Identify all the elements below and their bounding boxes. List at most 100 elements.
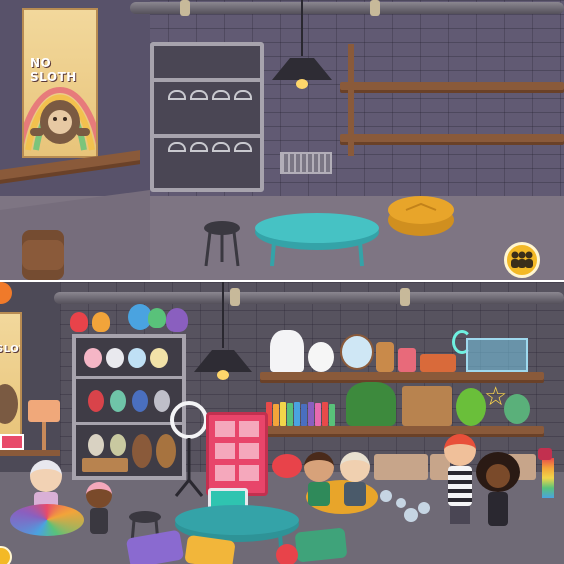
wall-shelf[interactable]: [340, 82, 564, 90]
hamster-cage[interactable]: [466, 338, 528, 372]
sloth-image: [0, 384, 18, 424]
pipe-rope: [230, 288, 240, 306]
bubble: [380, 490, 392, 502]
book-row[interactable]: [266, 402, 342, 426]
book: [294, 402, 300, 426]
plush-toy[interactable]: [128, 348, 146, 368]
round-table[interactable]: [252, 212, 382, 272]
snow-globe[interactable]: [340, 334, 374, 370]
bottom-room-scene: SLOTH: [0, 282, 564, 564]
ceiling-pipe: [54, 292, 564, 304]
pipe-rope: [370, 0, 380, 16]
plant-box[interactable]: [346, 382, 396, 426]
strawberry-cushion[interactable]: [272, 454, 302, 478]
character-body: [308, 482, 330, 506]
photo-frame[interactable]: [0, 434, 24, 450]
book: [301, 404, 307, 426]
hanger-icon: [190, 142, 208, 152]
storage-basket[interactable]: [82, 458, 128, 472]
character-head: [304, 452, 334, 482]
hanger-icon: [234, 142, 252, 152]
red-car-toy[interactable]: [70, 312, 88, 332]
octopus-plush[interactable]: [504, 394, 530, 424]
pipe-rope: [400, 288, 410, 306]
figure-toy[interactable]: [132, 390, 148, 412]
pendant-lamp[interactable]: [270, 52, 334, 92]
character-body: [488, 492, 508, 526]
wall-vent: [280, 152, 332, 174]
character-redhead[interactable]: [440, 434, 480, 526]
sloth-poster[interactable]: SLOTH: [0, 312, 22, 442]
no-sloth-poster[interactable]: NO SLOTH: [22, 8, 98, 158]
octopus-toy[interactable]: [166, 308, 188, 332]
wall-shelf[interactable]: [340, 134, 564, 142]
lamp-cord: [301, 0, 303, 56]
hanger-icon: [234, 90, 252, 100]
coat-rack-cabinet[interactable]: [150, 42, 264, 192]
float-ring[interactable]: [10, 504, 84, 536]
character-body: [90, 508, 108, 534]
hanger-icon: [212, 90, 230, 100]
hanger-icon: [190, 90, 208, 100]
character-child[interactable]: [84, 482, 114, 544]
bar-stool[interactable]: [200, 220, 244, 268]
people-button[interactable]: [504, 242, 540, 278]
ceiling-pipe: [130, 2, 564, 14]
pear-decoration[interactable]: [456, 388, 486, 426]
locker-door[interactable]: [215, 421, 235, 487]
green-toy[interactable]: [148, 308, 166, 328]
fire-extinguisher[interactable]: [538, 448, 552, 460]
pendant-lamp[interactable]: [192, 344, 254, 382]
bear-toy[interactable]: [132, 434, 152, 468]
shelf-divider: [76, 376, 182, 379]
pipe-rope: [180, 0, 190, 16]
figure-toy[interactable]: [110, 434, 126, 456]
wall-shelf[interactable]: [260, 426, 544, 434]
jar[interactable]: [398, 348, 416, 372]
orange-pouf[interactable]: [386, 194, 456, 238]
lucky-cat[interactable]: [308, 342, 334, 372]
folder-box[interactable]: [402, 386, 452, 426]
orange-circle-icon[interactable]: [0, 282, 12, 304]
character-girl-blonde[interactable]: [338, 452, 372, 508]
rainbow-toy[interactable]: [542, 458, 554, 498]
book: [273, 404, 279, 426]
bubble: [396, 498, 406, 508]
orange-toy[interactable]: [92, 312, 110, 332]
bubble: [404, 508, 418, 522]
figure-toy[interactable]: [88, 434, 104, 456]
lamp-cord: [222, 282, 224, 348]
figure-toy[interactable]: [110, 390, 126, 412]
apple-toy[interactable]: [276, 544, 298, 564]
star-ornament[interactable]: [376, 342, 394, 372]
plush-toy[interactable]: [106, 348, 124, 368]
book: [287, 403, 293, 426]
character-body: [344, 482, 366, 506]
storage-box[interactable]: [374, 454, 428, 480]
barrel[interactable]: [22, 230, 64, 280]
game-screen: NO SLOTH LO ☆: [0, 0, 564, 564]
table-lamp[interactable]: [28, 400, 60, 422]
character-curly-hair[interactable]: [476, 452, 520, 546]
pink-locker[interactable]: [206, 412, 268, 496]
wall-shelf[interactable]: [260, 372, 544, 380]
lamp-stand: [42, 422, 46, 452]
food-plate[interactable]: [420, 354, 456, 372]
plush-toy[interactable]: [84, 348, 102, 368]
poster-title: SLOTH: [0, 344, 20, 355]
figure-toy[interactable]: [88, 390, 104, 412]
group-of-people-icon: [511, 251, 533, 268]
character-legs: [450, 506, 470, 524]
top-room-scene: NO SLOTH: [0, 0, 564, 282]
character-head: [30, 460, 62, 492]
character-boy[interactable]: [302, 452, 336, 508]
floor-cushion[interactable]: [294, 527, 348, 563]
hanger-icon: [168, 90, 186, 100]
book: [280, 402, 286, 426]
orchid-plant[interactable]: [270, 330, 304, 372]
bubble: [418, 502, 430, 514]
hanger-icon: [212, 142, 230, 152]
shelf-bracket: [348, 44, 354, 156]
locker-door[interactable]: [239, 421, 259, 487]
plush-toy[interactable]: [150, 348, 168, 368]
